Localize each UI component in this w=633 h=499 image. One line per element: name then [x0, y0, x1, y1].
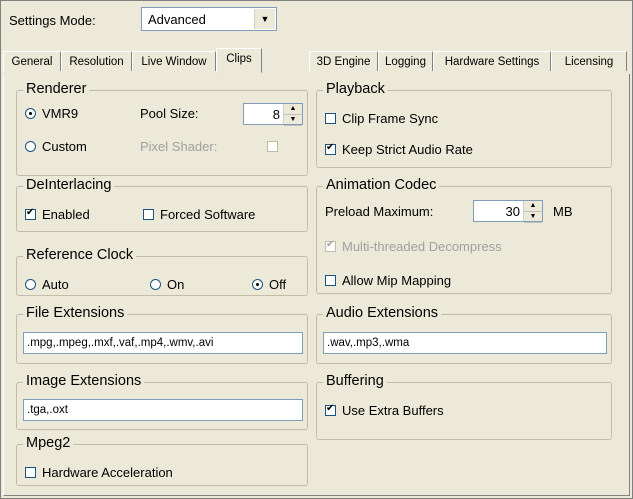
preload-maximum-spinner[interactable]: 30 ▲ ▼: [473, 200, 543, 223]
buffering-group: Buffering Use Extra Buffers: [316, 373, 612, 440]
spin-up-icon: ▲: [284, 104, 302, 115]
tab-3d-engine[interactable]: 3D Engine: [309, 51, 378, 71]
tab-live-window[interactable]: Live Window: [132, 51, 216, 71]
tab-clips[interactable]: Clips: [216, 48, 262, 73]
spinner-buttons[interactable]: ▲ ▼: [523, 201, 542, 223]
audio-extensions-input[interactable]: .wav,.mp3,.wma: [323, 332, 607, 354]
image-extensions-title: Image Extensions: [23, 373, 145, 389]
tab-resolution[interactable]: Resolution: [61, 51, 132, 71]
tab-hardware-settings[interactable]: Hardware Settings: [433, 51, 551, 71]
checkbox-checked-icon: [325, 403, 336, 416]
spin-down-icon: ▼: [284, 115, 302, 126]
clip-frame-sync-checkbox[interactable]: Clip Frame Sync: [325, 111, 438, 126]
mpeg2-title: Mpeg2: [23, 435, 74, 451]
audio-extensions-group: Audio Extensions .wav,.mp3,.wma: [316, 305, 612, 364]
pixel-shader-checkbox[interactable]: [267, 139, 284, 154]
radio-checked-icon: [25, 108, 36, 119]
spin-up-icon: ▲: [524, 201, 542, 212]
multithreaded-checkbox: Multi-threaded Decompress: [325, 239, 502, 254]
chevron-down-icon[interactable]: ▼: [254, 9, 275, 29]
radio-icon: [150, 279, 161, 290]
checkbox-checked-icon: [325, 142, 336, 155]
pixel-shader-label: Pixel Shader:: [140, 139, 218, 154]
checkbox-checked-icon: [25, 207, 36, 220]
image-extensions-group: Image Extensions .tga,.oxt: [16, 373, 308, 430]
vmr9-radio[interactable]: VMR9: [25, 106, 78, 121]
deinterlacing-title: DeInterlacing: [23, 177, 115, 193]
image-extensions-input[interactable]: .tga,.oxt: [23, 399, 303, 421]
hardware-acceleration-checkbox[interactable]: Hardware Acceleration: [25, 465, 173, 480]
playback-group: Playback Clip Frame Sync Keep Strict Aud…: [316, 81, 612, 168]
file-extensions-group: File Extensions .mpg,.mpeg,.mxf,.vaf,.mp…: [16, 305, 308, 364]
clock-auto-radio[interactable]: Auto: [25, 277, 69, 292]
checkbox-checked-icon: [325, 239, 336, 252]
radio-icon: [25, 141, 36, 152]
tab-general[interactable]: General: [3, 51, 61, 71]
forced-software-checkbox[interactable]: Forced Software: [143, 207, 255, 222]
custom-radio[interactable]: Custom: [25, 139, 87, 154]
mpeg2-group: Mpeg2 Hardware Acceleration: [16, 435, 308, 486]
buffering-title: Buffering: [323, 373, 387, 389]
checkbox-icon: [25, 467, 36, 478]
audio-extensions-title: Audio Extensions: [323, 305, 442, 321]
settings-window: Settings Mode: Advanced ▼ General Resolu…: [0, 0, 633, 499]
preload-maximum-value: 30: [505, 204, 520, 219]
enabled-checkbox[interactable]: Enabled: [25, 207, 90, 222]
spinner-buttons[interactable]: ▲ ▼: [283, 104, 302, 126]
use-extra-buffers-checkbox[interactable]: Use Extra Buffers: [325, 403, 444, 418]
clips-tab-panel: Renderer VMR9 Pool Size: 8 ▲ ▼ Custom Pix…: [3, 74, 630, 496]
checkbox-icon: [267, 141, 278, 152]
renderer-title: Renderer: [23, 81, 90, 97]
checkbox-icon: [143, 209, 154, 220]
clock-on-radio[interactable]: On: [150, 277, 184, 292]
pool-size-label: Pool Size:: [140, 106, 199, 121]
file-extensions-title: File Extensions: [23, 305, 128, 321]
pool-size-spinner[interactable]: 8 ▲ ▼: [243, 103, 303, 126]
deinterlacing-group: DeInterlacing Enabled Forced Software: [16, 177, 308, 232]
clock-off-radio[interactable]: Off: [252, 277, 286, 292]
reference-clock-title: Reference Clock: [23, 247, 137, 263]
settings-mode-dropdown[interactable]: Advanced ▼: [141, 7, 277, 31]
playback-title: Playback: [323, 81, 388, 97]
settings-mode-value: Advanced: [148, 12, 206, 27]
animation-codec-title: Animation Codec: [323, 177, 440, 193]
radio-icon: [25, 279, 36, 290]
file-extensions-input[interactable]: .mpg,.mpeg,.mxf,.vaf,.mp4,.wmv,.avi: [23, 332, 303, 354]
keep-strict-audio-rate-checkbox[interactable]: Keep Strict Audio Rate: [325, 142, 473, 157]
radio-checked-icon: [252, 279, 263, 290]
checkbox-icon: [325, 275, 336, 286]
animation-codec-group: Animation Codec Preload Maximum: 30 ▲ ▼ M…: [316, 177, 612, 294]
preload-maximum-label: Preload Maximum:: [325, 204, 434, 219]
preload-unit: MB: [553, 204, 573, 219]
spin-down-icon: ▼: [524, 212, 542, 223]
settings-mode-label: Settings Mode:: [9, 13, 96, 28]
allow-mip-mapping-checkbox[interactable]: Allow Mip Mapping: [325, 273, 451, 288]
pool-size-value: 8: [272, 107, 280, 122]
renderer-group: Renderer VMR9 Pool Size: 8 ▲ ▼ Custom Pix…: [16, 81, 308, 176]
reference-clock-group: Reference Clock Auto On Off: [16, 247, 308, 296]
checkbox-icon: [325, 113, 336, 124]
tab-licensing[interactable]: Licensing: [551, 51, 627, 71]
tab-logging[interactable]: Logging: [378, 51, 433, 71]
